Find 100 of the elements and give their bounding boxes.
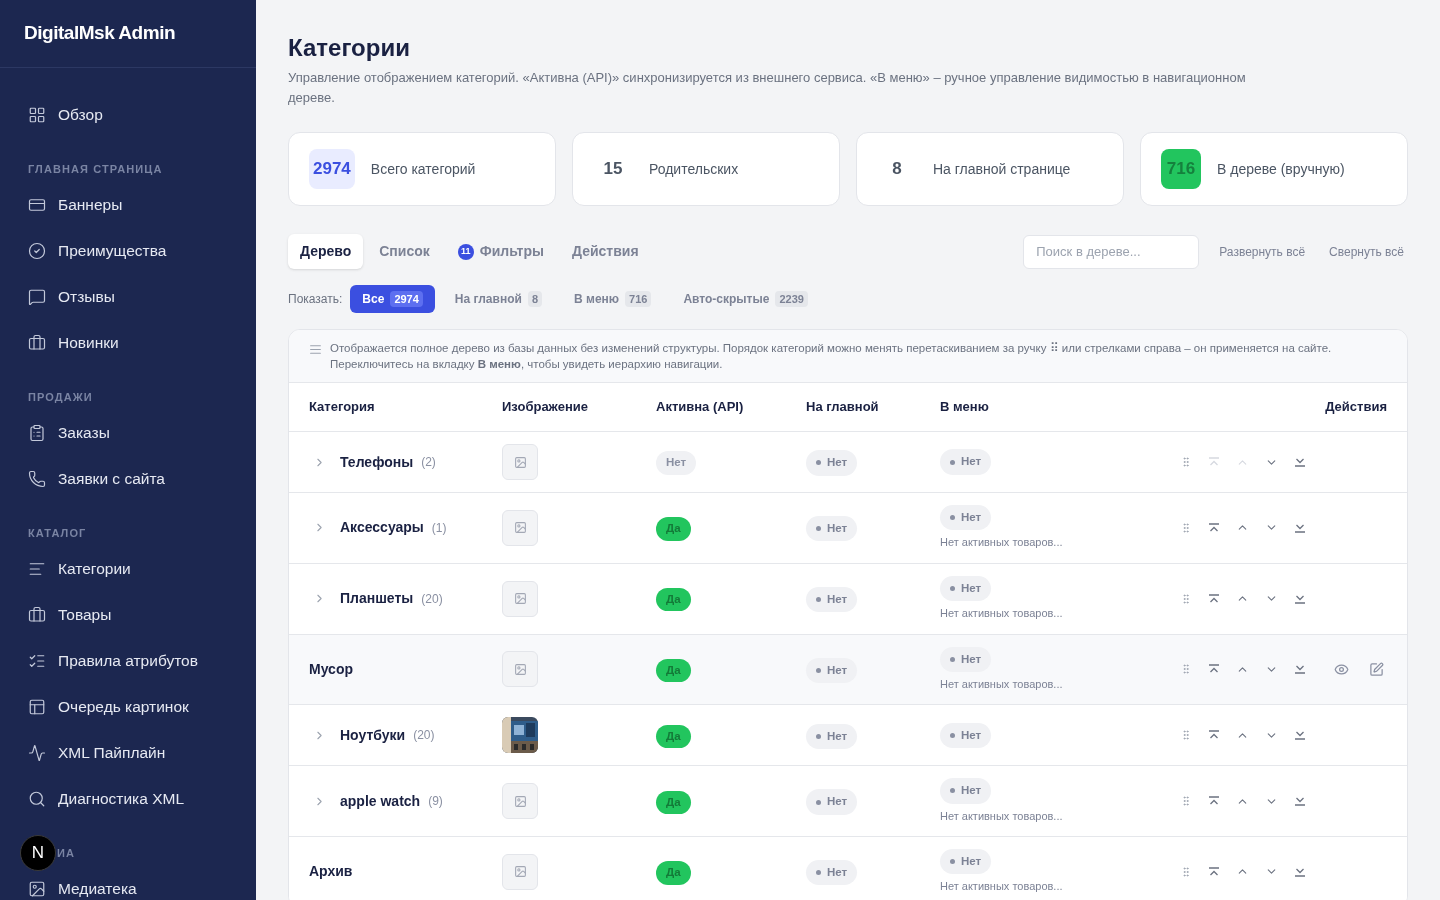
drag-handle-icon[interactable] xyxy=(1180,592,1192,605)
pulse-icon xyxy=(28,744,46,762)
child-count: (2) xyxy=(421,454,436,471)
child-count: (9) xyxy=(428,793,443,811)
stat-label: На главной странице xyxy=(933,159,1071,179)
category-name: Телефоны xyxy=(340,452,414,472)
stat-value: 2974 xyxy=(309,149,355,189)
tab[interactable]: 11 Фильтры xyxy=(445,234,556,269)
table-row[interactable]: Архив Да Нет Нет Нет активных товаров... xyxy=(289,836,1407,900)
drag-handle-icon[interactable] xyxy=(1180,795,1192,808)
column-header: В меню xyxy=(940,398,990,417)
tree-link[interactable]: Развернуть всё xyxy=(1215,242,1310,261)
sidebar-item[interactable]: Очередь картинок xyxy=(28,697,228,717)
category-name: Планшеты xyxy=(340,589,414,609)
stat-label: Родительских xyxy=(649,159,739,179)
sidebar-item[interactable]: Отзывы xyxy=(28,287,228,307)
sidebar-item[interactable]: Правила атрибутов xyxy=(28,651,228,671)
tree-link[interactable]: Свернуть всё xyxy=(1325,242,1408,261)
image-icon xyxy=(513,662,527,676)
drag-handle-icon[interactable] xyxy=(1180,456,1192,468)
layout-icon xyxy=(28,698,46,716)
move-to-bottom-icon[interactable] xyxy=(1294,866,1306,877)
drag-handle-icon[interactable] xyxy=(1180,521,1192,534)
image-icon xyxy=(513,592,527,606)
drag-handle-icon[interactable] xyxy=(1180,865,1192,878)
move-to-bottom-icon[interactable] xyxy=(1294,664,1306,675)
move-to-top-icon[interactable] xyxy=(1208,730,1220,741)
briefcase-icon xyxy=(28,606,46,624)
drag-handle-icon[interactable] xyxy=(1180,663,1192,676)
sidebar-section-label: ГЛАВНАЯ СТРАНИЦА xyxy=(28,162,163,176)
grid-icon xyxy=(28,106,46,124)
dev-badge[interactable]: N xyxy=(20,835,56,871)
stat-value: 15 xyxy=(602,158,624,181)
sidebar-item[interactable]: Товары xyxy=(28,605,228,625)
child-count: (20) xyxy=(421,590,443,608)
image-placeholder[interactable] xyxy=(502,580,538,617)
active-status: Да xyxy=(656,588,691,612)
image-placeholder[interactable] xyxy=(502,651,538,688)
column-header: Категория xyxy=(309,398,376,417)
filter-chip[interactable]: Все 2974 xyxy=(350,285,435,313)
move-to-top-icon[interactable] xyxy=(1208,796,1220,807)
image-icon xyxy=(513,521,527,535)
menu-note: Нет активных товаров... xyxy=(940,606,1063,621)
image-icon xyxy=(513,865,527,879)
image-icon xyxy=(513,455,527,469)
sidebar-section-label: ИА xyxy=(57,846,76,860)
edit-icon[interactable] xyxy=(1369,661,1384,677)
sidebar-item[interactable]: Преимущества xyxy=(28,241,228,261)
category-name: Мусор xyxy=(309,659,353,679)
category-name: Аксессуары xyxy=(340,518,424,538)
image-placeholder[interactable] xyxy=(502,783,538,820)
page-title: Категории xyxy=(288,34,411,62)
tab[interactable]: Дерево xyxy=(288,234,364,269)
view-icon[interactable] xyxy=(1334,661,1349,677)
image-placeholder[interactable] xyxy=(502,509,538,546)
sidebar-section-label: КАТАЛОГ xyxy=(28,526,87,540)
drag-handle-icon[interactable] xyxy=(1180,729,1192,742)
move-to-bottom-icon[interactable] xyxy=(1294,457,1306,467)
search-field[interactable]: Поиск в дереве... xyxy=(1023,234,1200,269)
phone-icon xyxy=(28,470,46,488)
sidebar-item[interactable]: Заявки с сайта xyxy=(28,469,228,489)
sidebar-item[interactable]: Обзор xyxy=(28,105,228,125)
sidebar-item[interactable]: XML Пайплайн xyxy=(28,743,228,763)
move-to-bottom-icon[interactable] xyxy=(1294,522,1306,533)
sidebar-item[interactable]: Медиатека xyxy=(28,879,228,899)
move-to-top-icon[interactable] xyxy=(1208,866,1220,877)
check-circle-icon xyxy=(28,242,46,260)
move-to-top-icon[interactable] xyxy=(1208,522,1220,533)
column-header: На главной xyxy=(806,398,880,417)
active-status: Да xyxy=(656,517,691,541)
sidebar-item[interactable]: Новинки xyxy=(28,333,228,353)
move-to-top-icon[interactable] xyxy=(1208,664,1220,675)
clipboard-icon xyxy=(28,424,46,442)
category-name: apple watch xyxy=(340,791,421,811)
move-to-bottom-icon[interactable] xyxy=(1294,796,1306,807)
active-status: Да xyxy=(656,724,691,748)
stat-value: 716 xyxy=(1161,149,1201,189)
image-icon xyxy=(513,794,527,808)
stat-label: Всего категорий xyxy=(370,159,476,179)
column-header: Активна (API) xyxy=(656,398,745,417)
briefcase-icon xyxy=(28,334,46,352)
active-status: Да xyxy=(656,861,691,885)
stat-label: В дереве (вручную) xyxy=(1217,159,1345,179)
image-placeholder[interactable] xyxy=(502,444,538,480)
menu-note: Нет активных товаров... xyxy=(940,676,1063,692)
sidebar-item[interactable]: Категории xyxy=(28,559,228,579)
table-row[interactable]: Мусор Да Нет Нет Нет активных товаров... xyxy=(289,633,1407,705)
active-status: Да xyxy=(656,790,691,814)
card-icon xyxy=(28,196,46,214)
menu-note: Нет активных товаров... xyxy=(940,808,1063,824)
image-placeholder[interactable] xyxy=(502,853,538,890)
menu-note: Нет активных товаров... xyxy=(940,535,1063,551)
active-status: Да xyxy=(656,658,691,682)
sidebar-item[interactable]: Баннеры xyxy=(28,195,228,215)
move-to-bottom-icon[interactable] xyxy=(1294,593,1306,604)
sidebar-item[interactable]: Заказы xyxy=(28,423,228,443)
column-header: Изображение xyxy=(502,398,589,417)
sidebar-item[interactable]: Диагностика XML xyxy=(28,789,228,809)
move-to-top-icon[interactable] xyxy=(1208,593,1220,604)
move-to-bottom-icon[interactable] xyxy=(1294,730,1306,741)
